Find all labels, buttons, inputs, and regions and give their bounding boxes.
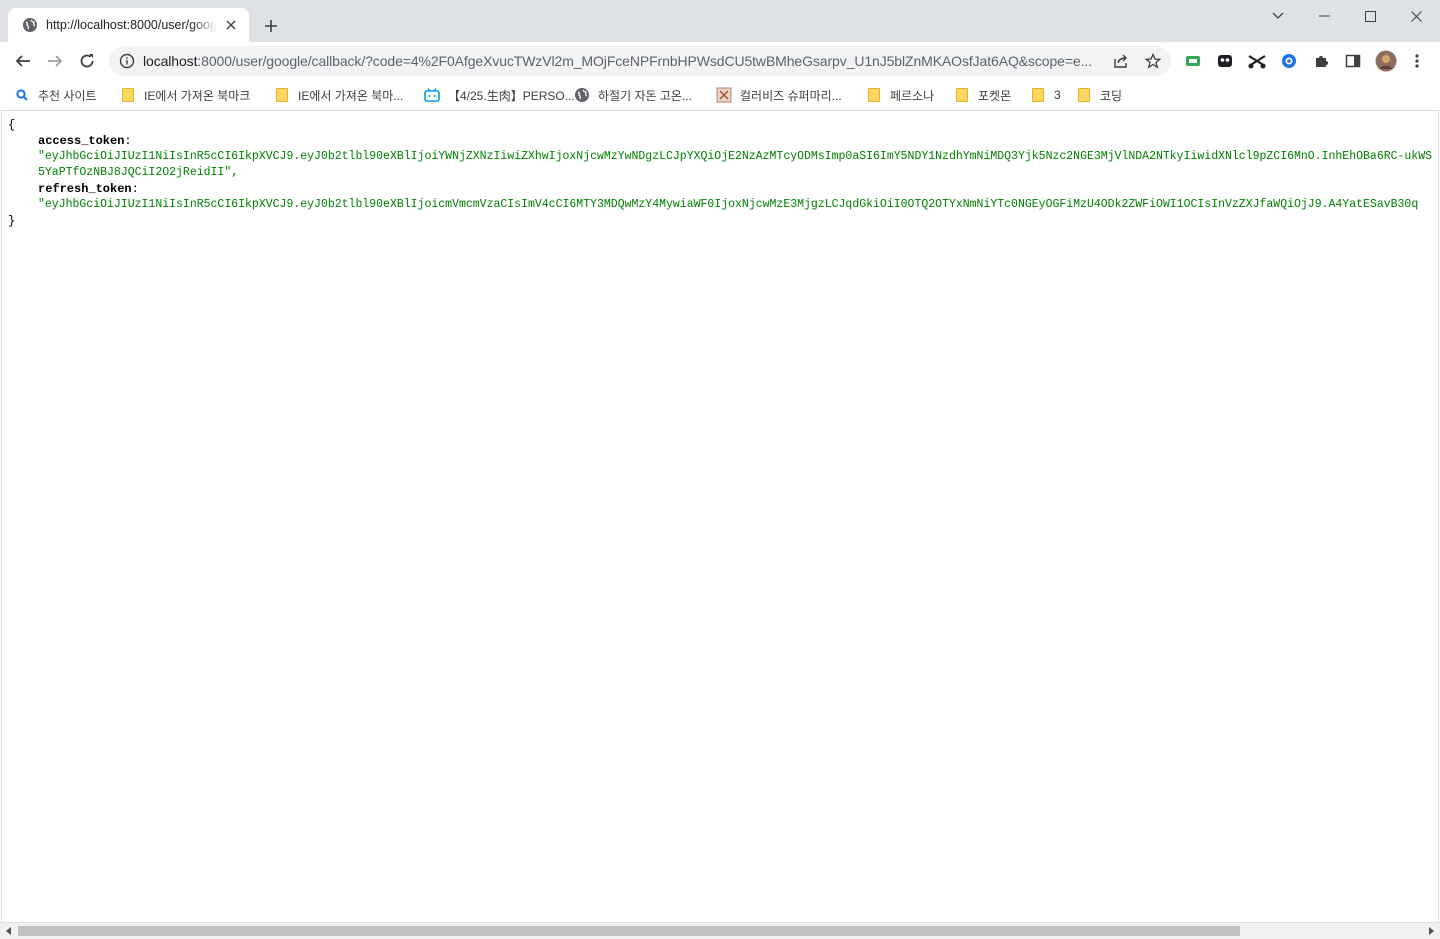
extension-scissors-icon[interactable]: [1247, 51, 1267, 71]
globe-icon: [574, 87, 590, 103]
json-value-refresh-token: "eyJhbGciOiJIUzI1NiIsInR5cCI6IkpXVCJ9.ey…: [38, 198, 1419, 211]
bookmark-label: 하절기 자돈 고온...: [598, 88, 692, 103]
json-entry-refresh-token: refresh_token: "eyJhbGciOiJIUzI1NiIsInR5…: [8, 181, 1434, 213]
extension-blue-icon[interactable]: [1279, 51, 1299, 71]
bookmark-item-bilibili[interactable]: 【4/25.生肉】PERSO...: [424, 84, 575, 106]
bookmark-label: 포켓몬: [978, 88, 1012, 103]
bookmark-folder-coding[interactable]: 코딩: [1076, 84, 1122, 106]
scroll-right-arrow-icon[interactable]: [1426, 926, 1436, 936]
profile-avatar[interactable]: [1375, 50, 1397, 72]
forward-button[interactable]: [41, 47, 69, 75]
folder-icon: [1030, 87, 1046, 103]
bookmark-item-colorbeads[interactable]: 컬러비즈 슈퍼마리...: [716, 84, 842, 106]
extensions-puzzle-icon[interactable]: [1311, 51, 1331, 71]
url-text[interactable]: localhost:8000/user/google/callback/?cod…: [143, 53, 1107, 69]
side-panel-icon[interactable]: [1343, 51, 1363, 71]
bookmark-label: 【4/25.生肉】PERSO...: [448, 88, 575, 103]
extension-mask-icon[interactable]: [1215, 51, 1235, 71]
bookmark-label: IE에서 가져온 북마크: [144, 88, 251, 103]
back-button[interactable]: [9, 47, 37, 75]
bookmark-folder-ie-1[interactable]: IE에서 가져온 북마크: [120, 84, 250, 106]
folder-icon: [866, 87, 882, 103]
json-open-brace: {: [8, 118, 16, 132]
json-viewer: { access_token: "eyJhbGciOiJIUzI1NiIsInR…: [8, 117, 1434, 229]
bookmark-label: IE에서 가져온 북마...: [298, 88, 404, 103]
bookmark-folder-persona[interactable]: 페르소나: [866, 84, 934, 106]
maximize-button[interactable]: [1347, 0, 1393, 32]
tab-title: http://localhost:8000/user/google/callba…: [46, 18, 217, 32]
folder-icon: [274, 87, 290, 103]
menu-kebab-icon[interactable]: [1407, 51, 1427, 71]
bookmark-item-recommended[interactable]: 추천 사이트: [14, 84, 97, 106]
image-icon: [716, 87, 732, 103]
horizontal-scrollbar[interactable]: [0, 922, 1440, 939]
bookmark-folder-ie-2[interactable]: IE에서 가져온 북마...: [274, 84, 403, 106]
bookmark-label: 3: [1054, 88, 1061, 102]
tab-strip: http://localhost:8000/user/google/callba…: [0, 0, 1440, 42]
bookmark-label: 컬러비즈 슈퍼마리...: [740, 88, 842, 103]
tab-close-icon[interactable]: [223, 17, 239, 33]
scroll-left-arrow-icon[interactable]: [4, 926, 14, 936]
bilibili-icon: [424, 87, 440, 103]
url-rest: :8000/user/google/callback/?code=4%2F0Af…: [197, 53, 1092, 69]
extension-green-icon[interactable]: [1183, 51, 1203, 71]
json-colon: :: [124, 134, 132, 148]
share-icon[interactable]: [1112, 52, 1130, 70]
bookmarks-bar: 추천 사이트 IE에서 가져온 북마크 IE에서 가져온 북마... 【4/25…: [0, 80, 1440, 111]
folder-icon: [954, 87, 970, 103]
address-bar[interactable]: localhost:8000/user/google/callback/?cod…: [109, 46, 1171, 76]
bookmark-item-globe[interactable]: 하절기 자돈 고온...: [574, 84, 692, 106]
search-icon: [14, 87, 30, 103]
bookmark-label: 페르소나: [890, 88, 935, 103]
bookmark-label: 추천 사이트: [38, 88, 97, 103]
json-key-refresh-token: refresh_token: [38, 182, 132, 196]
minimize-button[interactable]: [1301, 0, 1347, 32]
folder-icon: [1076, 87, 1092, 103]
json-entry-access-token: access_token: "eyJhbGciOiJIUzI1NiIsInR5c…: [8, 133, 1434, 181]
new-tab-button[interactable]: [259, 14, 283, 38]
json-colon: :: [131, 182, 139, 196]
url-host: localhost: [143, 53, 198, 69]
json-close-brace: }: [8, 214, 16, 228]
bookmark-label: 코딩: [1100, 88, 1123, 103]
scrollbar-thumb[interactable]: [18, 926, 1240, 936]
reload-button[interactable]: [73, 47, 101, 75]
close-window-button[interactable]: [1393, 0, 1439, 32]
folder-icon: [120, 87, 136, 103]
toolbar: localhost:8000/user/google/callback/?cod…: [0, 42, 1440, 80]
json-key-access-token: access_token: [38, 134, 125, 148]
bookmark-folder-3[interactable]: 3: [1030, 84, 1061, 106]
globe-icon: [22, 17, 38, 33]
active-tab[interactable]: http://localhost:8000/user/google/callba…: [8, 8, 249, 42]
page-content: { access_token: "eyJhbGciOiJIUzI1NiIsInR…: [1, 111, 1439, 922]
bookmark-star-icon[interactable]: [1144, 52, 1162, 70]
bookmark-folder-pokemon[interactable]: 포켓몬: [954, 84, 1011, 106]
tab-search-button[interactable]: [1255, 0, 1301, 32]
site-info-icon[interactable]: [119, 53, 135, 69]
json-value-access-token: "eyJhbGciOiJIUzI1NiIsInR5cCI6IkpXVCJ9.ey…: [38, 150, 1433, 179]
